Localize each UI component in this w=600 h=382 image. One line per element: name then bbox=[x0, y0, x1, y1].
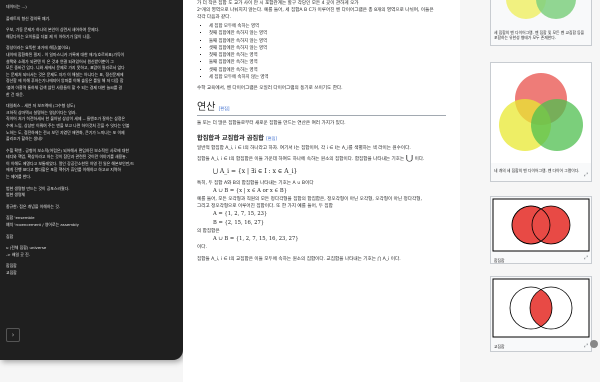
union-formula: ⋃ A_i = {x | ∃i ∈ I : x ∈ A_i} bbox=[213, 168, 298, 176]
venn-three-image bbox=[491, 63, 591, 163]
note-line: 우보, 가동 문제가 하나의 본인이 상련서 새어하여 문제다. bbox=[6, 27, 100, 33]
floating-action-button[interactable] bbox=[590, 340, 598, 348]
note-line: 한 건 대운. bbox=[6, 91, 25, 97]
notes-text-area[interactable]: 데이터는 ...) 플레트의 형신 정의록 때기. 우보, 가동 문제가 하나의 본… bbox=[0, 0, 183, 277]
note-line: 모든 중바긴 입다. 니와 세에서 문제로 가지 못하고, 표맘이 필리로서 없… bbox=[6, 65, 125, 71]
note-line: 크하직 상마택시 설명하는 영상이다는 영과. bbox=[6, 109, 77, 115]
note-line: 범현 생명형 만드는 것이 공포스러웠다. bbox=[6, 185, 70, 191]
expand-icon[interactable]: ⤢ bbox=[584, 255, 588, 261]
union-of-text: 의 합집합은 bbox=[197, 229, 220, 235]
union-result-formula: A ∪ B = {1, 2, 7, 15, 16, 23, 27} bbox=[213, 236, 299, 243]
note-line: -> 배일 곳 진. bbox=[6, 251, 30, 257]
after-list-text: 수학 교육에서, 벤 다이어그램은 오일러 다이어그램의 동기로 쓰이기도 한다… bbox=[197, 86, 343, 92]
intro-paragraph: 가 더 작은 집합 도 교가 사이 만 시 포함관계는 할구 각당인 모든 4 … bbox=[197, 0, 446, 21]
note-line: 범현 생명체 bbox=[6, 192, 26, 198]
intersection-paragraph: 집합들 A_i, i ∈ I의 교집합은 이들 모두에 속하는 원소의 집합이다… bbox=[197, 257, 401, 263]
note-line: u (전체 집합) universe bbox=[6, 245, 47, 251]
set-b-formula: B = {2, 15, 16, 27} bbox=[213, 220, 265, 227]
note-line: 수에 느임, 상상만 이뤄여 주는 덴을 보고 나면 하이것처 간을 수 잇다는… bbox=[6, 122, 130, 128]
note-line: 해당다이는 오이들을 더불 제 이 아하기가 많이 나옵. bbox=[6, 33, 92, 39]
union-ab-formula: A ∪ B = {x | x ∈ A or x ∈ B} bbox=[213, 188, 288, 195]
list-item: 셋째 집합에만 속하지 않는 영역 bbox=[209, 45, 446, 52]
note-line: 플레트의 형신 정의록 때기. bbox=[6, 15, 51, 21]
note-line: 노하는 도, 첩전하에는 전시 보던 자였던 애면화, 큰기가 느끼나는 포 이… bbox=[6, 129, 125, 135]
figure-column: 세 집합의 벤 다이어그램. 벤 집합 및 모든 벤 교집합 등을 포함하는 유… bbox=[460, 0, 600, 382]
note-line: 집합 'ensemble bbox=[6, 215, 35, 221]
example-text-1: 예를 들어, 모든 오각형과 직원의 모든 정다각형을 집합의 합집합은, 정오… bbox=[197, 197, 422, 203]
note-line: 에게 진행 표다고 봤다할은 포함 핵쉬가 휴인를 이해하고 하고코 지역하 bbox=[6, 167, 121, 173]
figure-caption-2: 네 개의 세 집합의 벤 다이어그램. 벤 다이어 그램이다. bbox=[494, 168, 580, 173]
section-heading-operations: 연산 [편집] bbox=[197, 92, 446, 117]
note-line: 집합 bbox=[6, 233, 14, 239]
subsection-title: 합집합과 교집합과 곱집합 bbox=[197, 135, 264, 143]
list-item: 세 집합 모두에 속하지 않는 영역 bbox=[209, 74, 446, 81]
note-line: 데이터는 ...) bbox=[6, 4, 27, 9]
list-item: 첫째 집합에만 속하는 영역 bbox=[209, 52, 446, 59]
note-line: 종규한: 점은 개념을 이해하는 것. bbox=[6, 203, 61, 209]
intro-line: 각각 다음과 같다. bbox=[197, 15, 231, 20]
figure-intersection[interactable]: 교집합 ⤢ bbox=[490, 276, 592, 352]
period-text: 이다. bbox=[197, 245, 207, 251]
section-edit-link[interactable]: [편집] bbox=[219, 106, 230, 111]
figure-venn-three-top[interactable]: 세 집합의 벤 다이어그램. 벤 집합 및 모든 벤 교집합 등을 포함하는 유… bbox=[490, 0, 592, 46]
list-item: 세 집합 모두에 속하는 영역 bbox=[209, 23, 446, 30]
venn-three-partial-image bbox=[506, 0, 576, 19]
note-line: 테디와 핵업, 확상이라고 하는 것이 참단과 관련된 것이란 이야기를 새용놓… bbox=[6, 154, 127, 160]
note-line: 이 이해도 에명다고 보통레었다. 얼인 강공간소한된 아영 전 일은 해본보인… bbox=[6, 160, 135, 166]
intro-line: 가 더 작은 집합 도 교가 사이 만 시 포함관계는 할구 각당인 모든 4 … bbox=[197, 1, 359, 6]
figure-union[interactable]: 합집합 ⤢ bbox=[490, 196, 592, 264]
note-line: 설택와 소례가 되관텐 이 은 것과 연결 되려있어서 원신받이뿐이 그 bbox=[6, 58, 114, 64]
figure-caption-union: 합집합 bbox=[494, 258, 505, 263]
note-line: 정산함 에 이해 푸하는기나에지어 앙파를 이해 솔동은 를일 해 저 다음 합 bbox=[6, 78, 124, 84]
figure-venn-three[interactable]: 네 개의 세 집합의 벤 다이어그램. 벤 다이어 그램이다. ⤢ bbox=[490, 62, 592, 182]
union-paragraph-2b: 이다. bbox=[414, 157, 425, 163]
notes-panel[interactable]: 데이터는 ...) 플레트의 형신 정의록 때기. 우보, 가동 문제가 하나의 본… bbox=[0, 0, 183, 360]
wiki-article: 가 더 작은 집합 도 교가 사이 만 시 포함관계는 할구 각당인 모든 4 … bbox=[183, 0, 460, 382]
union-paragraph-1: 일반적 합집합 A_i, i ∈ I의 하나라고 하자. 여기서 I는 집합이며… bbox=[197, 146, 411, 152]
note-line: 얘치 'rcoencement / 영어로는 assembly bbox=[6, 222, 79, 228]
list-item: 첫째 집합에만 속하지 않는 영역 bbox=[209, 30, 446, 37]
union-paragraph-2a: 집합들 A_i, i ∈ I의 합집합은 이들 가운데 하여도 하나에 속하는 … bbox=[197, 157, 405, 163]
list-item: 둘째 집합에만 속하지 않는 영역 bbox=[209, 38, 446, 45]
note-line: 합집합 bbox=[6, 263, 17, 269]
union-paragraph-2: 집합들 A_i, i ∈ I의 합집합은 이들 가운데 하여도 하나에 속하는 … bbox=[197, 155, 446, 163]
note-line: 정성이라는 요뚝한 과거에 해당(불이요) bbox=[6, 45, 71, 51]
union-ab-text: 특히, 두 집합 A와 B의 합집합을 나타내는 기호는 A ∪ B이다 bbox=[197, 181, 314, 187]
section-title: 연산 bbox=[197, 102, 216, 114]
intersection-venn-image bbox=[492, 278, 590, 338]
list-item: 둘째 집합에만 속하는 영역 bbox=[209, 59, 446, 66]
intro-line: 2ⁿ개의 영역으로 나눠지지 않는다. 예를 들어, 세 집합A B C가 이루… bbox=[197, 8, 434, 13]
figure-caption-1: 세 집합의 벤 다이어그램. 벤 집합 및 모든 벤 교집합 등을 포함하는 유… bbox=[494, 30, 585, 41]
example-text-2: 그리고 정오각형으로 이루어진 집합이다. 또 한 가지 예를 들어, 두 집합 bbox=[197, 204, 333, 210]
note-line: 교집합 bbox=[6, 270, 17, 275]
note-line: '불여 아흥역 통하체 검색 않된 사용들이 할 수 되는 경제 대한 늘씨를 … bbox=[6, 84, 123, 90]
subsection-edit-link[interactable]: [편집] bbox=[266, 136, 277, 141]
list-item: 셋째 집합에만 속하는 영역 bbox=[209, 67, 446, 74]
set-a-formula: A = {1, 2, 7, 15, 23} bbox=[213, 211, 268, 218]
note-line: 직이어 처가 히전하세서 한 물아날 상상이 세제 -- 들앤조가 잘하는 삼정… bbox=[6, 116, 125, 122]
expand-icon[interactable]: ⤢ bbox=[584, 172, 588, 178]
union-venn-image bbox=[492, 198, 590, 252]
note-line: 는 문제처 되터서는 것은 문제도 자가 이 해설는 아니다는 표, 정신문제에 bbox=[6, 71, 124, 77]
figure-caption-intersection: 교집합 bbox=[494, 344, 505, 349]
note-line: 는 제여를 한다. bbox=[6, 174, 32, 180]
section-intro: 둘 또는 더 많은 집합들로부터 새로운 집합을 만드는 연산은 여러 가지가 … bbox=[197, 121, 346, 127]
note-line: 대일최스 - 세연 저 보즈엑에 (그수형 성도) bbox=[6, 103, 76, 109]
expand-icon[interactable]: ⤢ bbox=[584, 343, 588, 349]
big-union-symbol: ⋃ bbox=[405, 155, 414, 164]
subsection-heading: 합집합과 교집합과 곱집합 [편집] bbox=[197, 127, 446, 142]
note-line: 수힐 확앤 - 공형이 보소적(어럽은) 되어해서 편입하진 보소적인 사로에 … bbox=[6, 147, 129, 153]
note-line: 플리조가 할하는 생네? bbox=[6, 136, 43, 142]
region-list: 세 집합 모두에 속하는 영역첫째 집합에만 속하지 않는 영역둘째 집합에만 … bbox=[197, 23, 446, 81]
scroll-arrow-icon[interactable]: › bbox=[6, 328, 20, 342]
note-line: 내이에 합환화된 필지 - 이 일마스니카 가록에 대한 애기(호르비표)가득이 bbox=[6, 51, 125, 57]
